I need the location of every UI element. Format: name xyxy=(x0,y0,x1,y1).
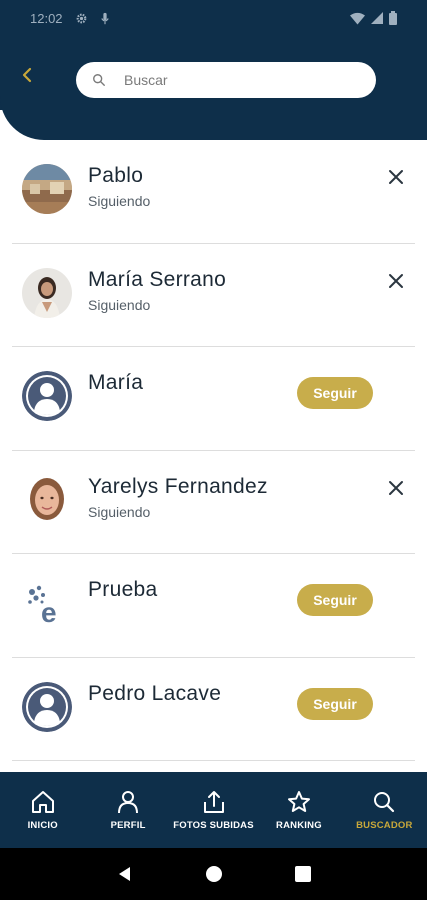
follow-button[interactable]: Seguir xyxy=(297,377,373,409)
system-back-button[interactable] xyxy=(115,864,135,884)
list-item[interactable]: e Prueba Seguir xyxy=(0,554,427,658)
follow-button[interactable]: Seguir xyxy=(297,687,373,720)
list-item[interactable]: Pablo Siguiendo xyxy=(0,140,427,244)
user-name: María Serrano xyxy=(88,267,227,291)
nav-item-inicio[interactable]: INICIO xyxy=(0,772,85,848)
e-logo-icon: e xyxy=(22,578,72,628)
default-avatar-icon xyxy=(22,681,72,732)
nav-item-ranking[interactable]: RANKING xyxy=(256,772,341,848)
close-icon xyxy=(389,480,403,495)
circle-home-icon xyxy=(205,866,222,882)
list-item[interactable]: María Seguir xyxy=(0,347,427,451)
user-name: María xyxy=(88,371,144,394)
user-list: Pablo Siguiendo María Serrano Siguiendo xyxy=(0,140,427,761)
follow-status: Siguiendo xyxy=(88,296,151,313)
list-item[interactable]: Pedro Lacave Seguir xyxy=(0,658,427,761)
nav-item-buscador[interactable]: BUSCADOR xyxy=(342,772,427,848)
avatar xyxy=(22,371,72,421)
microphone-icon xyxy=(100,12,109,24)
search-icon xyxy=(93,74,105,86)
follow-status: Siguiendo xyxy=(88,503,151,520)
nav-label: BUSCADOR xyxy=(356,820,413,831)
divider xyxy=(12,760,415,761)
battery-icon xyxy=(389,11,397,25)
avatar xyxy=(22,474,72,525)
star-icon xyxy=(287,791,310,812)
nav-label: RANKING xyxy=(276,820,322,831)
user-name: Pedro Lacave xyxy=(88,681,222,705)
unfollow-button[interactable] xyxy=(385,166,407,188)
upload-icon xyxy=(203,791,224,813)
wifi-icon xyxy=(350,12,365,24)
avatar xyxy=(22,267,72,318)
default-avatar-icon xyxy=(22,371,72,421)
system-navigation-bar xyxy=(0,848,427,900)
system-recents-button[interactable] xyxy=(293,864,313,884)
avatar: e xyxy=(22,578,72,628)
close-icon xyxy=(389,170,403,184)
status-bar: 12:02 xyxy=(0,0,427,36)
bottom-navigation: INICIO PERFIL FOTOS SUBIDAS RANKING BUSC… xyxy=(0,772,427,848)
nav-item-perfil[interactable]: PERFIL xyxy=(85,772,170,848)
nav-label: PERFIL xyxy=(110,820,146,831)
user-name: Pablo xyxy=(88,164,144,187)
home-icon xyxy=(31,791,54,813)
search-icon xyxy=(374,792,395,813)
nav-label: INICIO xyxy=(27,820,58,831)
avatar xyxy=(22,681,72,732)
svg-text:e: e xyxy=(41,597,57,628)
signal-icon xyxy=(371,12,383,24)
user-name: Prueba xyxy=(88,578,158,601)
nav-item-fotos-subidas[interactable]: FOTOS SUBIDAS xyxy=(171,772,256,848)
user-name: Yarelys Fernandez xyxy=(88,474,268,498)
follow-button[interactable]: Seguir xyxy=(297,584,373,616)
follow-status: Siguiendo xyxy=(88,193,151,209)
close-icon xyxy=(389,273,403,288)
nav-label: FOTOS SUBIDAS xyxy=(173,820,254,831)
list-item[interactable]: Yarelys Fernandez Siguiendo xyxy=(0,451,427,554)
search-field[interactable] xyxy=(76,62,376,98)
search-input[interactable] xyxy=(124,72,344,88)
avatar xyxy=(22,164,72,214)
system-home-button[interactable] xyxy=(204,864,224,884)
status-time: 12:02 xyxy=(30,10,63,26)
user-icon xyxy=(118,791,139,814)
unfollow-button[interactable] xyxy=(385,477,407,499)
list-item[interactable]: María Serrano Siguiendo xyxy=(0,244,427,347)
back-button[interactable] xyxy=(16,62,38,88)
unfollow-button[interactable] xyxy=(385,270,407,292)
triangle-back-icon xyxy=(118,867,130,881)
square-recents-icon xyxy=(294,866,311,882)
settings-icon xyxy=(76,13,86,23)
chevron-left-icon xyxy=(22,67,32,83)
